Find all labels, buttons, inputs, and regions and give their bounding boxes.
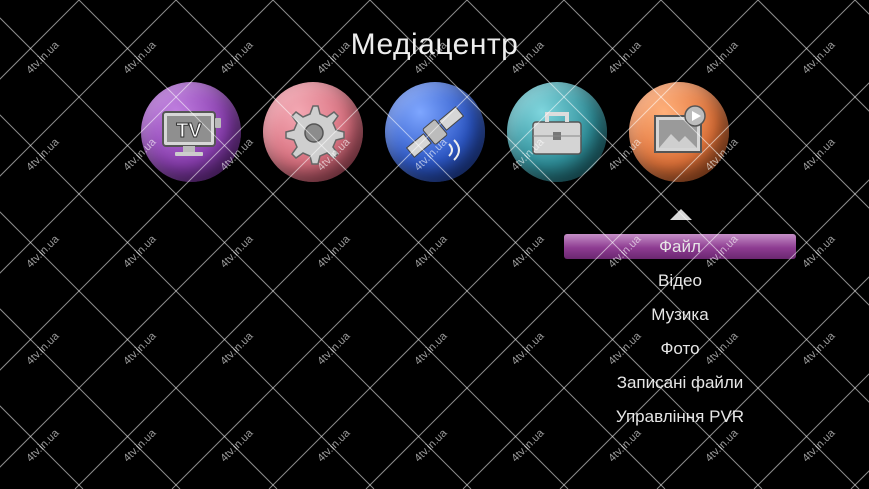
menu-item-photo[interactable]: Фото	[564, 336, 796, 370]
watermark-text: 4tv.in.ua	[315, 233, 353, 271]
menu-item-file[interactable]: Файл	[564, 234, 796, 268]
menu-item-label: Фото	[660, 339, 700, 358]
satellite-icon[interactable]	[385, 82, 485, 182]
watermark-text: 4tv.in.ua	[315, 427, 353, 465]
watermark-text: 4tv.in.ua	[412, 233, 450, 271]
watermark-text: 4tv.in.ua	[800, 233, 838, 271]
watermark-text: 4tv.in.ua	[121, 233, 159, 271]
watermark-text: 4tv.in.ua	[412, 330, 450, 368]
menu-item-label: Записані файли	[616, 373, 744, 392]
watermark-text: 4tv.in.ua	[509, 330, 547, 368]
watermark-text: 4tv.in.ua	[24, 427, 62, 465]
watermark-text: 4tv.in.ua	[24, 233, 62, 271]
main-menu-icons: TV	[0, 0, 869, 200]
menu-item-label: Файл	[659, 237, 701, 256]
watermark-text: 4tv.in.ua	[218, 330, 256, 368]
menu-item-pvr-management[interactable]: Управління PVR	[564, 404, 796, 438]
picture-play-icon[interactable]	[629, 82, 729, 182]
watermark-text: 4tv.in.ua	[412, 427, 450, 465]
watermark-text: 4tv.in.ua	[121, 427, 159, 465]
tv-icon-label: TV	[176, 120, 202, 142]
watermark-text: 4tv.in.ua	[24, 330, 62, 368]
menu-item-label: Управління PVR	[615, 407, 745, 426]
menu-item-label: Відео	[658, 271, 702, 290]
watermark-text: 4tv.in.ua	[509, 233, 547, 271]
menu-item-video[interactable]: Відео	[564, 268, 796, 302]
toolbox-icon[interactable]	[507, 82, 607, 182]
tv-icon[interactable]: TV	[141, 82, 241, 182]
gear-icon[interactable]	[263, 82, 363, 182]
watermark-text: 4tv.in.ua	[800, 330, 838, 368]
watermark-text: 4tv.in.ua	[509, 427, 547, 465]
watermark-text: 4tv.in.ua	[218, 427, 256, 465]
watermark-text: 4tv.in.ua	[315, 330, 353, 368]
triangle-up-icon[interactable]	[670, 209, 692, 220]
watermark-text: 4tv.in.ua	[218, 233, 256, 271]
menu-item-music[interactable]: Музика	[564, 302, 796, 336]
watermark-text: 4tv.in.ua	[121, 330, 159, 368]
media-menu-list: Файл Відео Музика Фото Записані файли Уп…	[564, 234, 796, 438]
menu-item-label: Музика	[651, 305, 709, 324]
watermark-text: 4tv.in.ua	[800, 427, 838, 465]
menu-item-recorded-files[interactable]: Записані файли	[564, 370, 796, 404]
